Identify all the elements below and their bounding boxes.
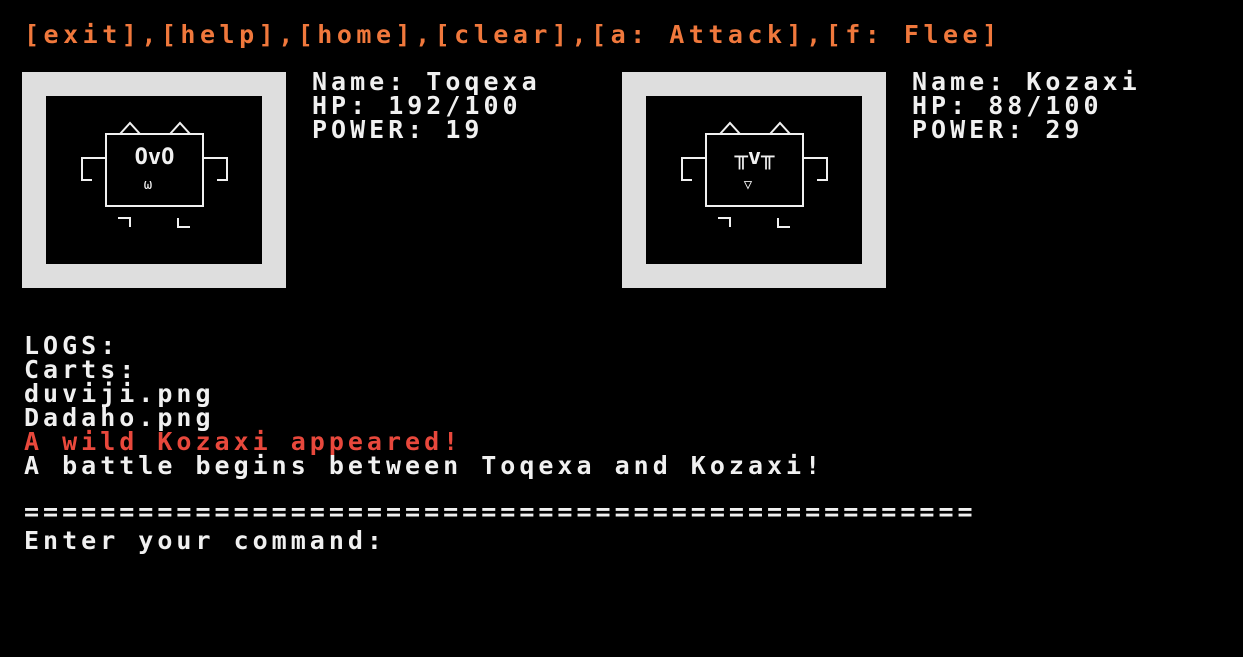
player-stats: Name: Toqexa HP: 192/100 POWER: 19 (312, 69, 541, 144)
player-monster-sprite: OvO ω (81, 121, 228, 228)
menu-separator: , (415, 20, 435, 49)
log-header: LOGS: (24, 331, 120, 360)
command-menu: [exit],[help],[home],[clear],[a: Attack]… (24, 20, 1002, 50)
player-monster-left-arm (81, 157, 106, 181)
battle-log: LOGS: Carts: duviji.png Dadaho.png A wil… (24, 331, 825, 480)
menu-home[interactable]: [home] (298, 20, 415, 49)
enemy-monster-mouth: ▽ (744, 177, 753, 193)
player-monster-right-arm (203, 157, 228, 181)
enemy-monster-right-ear (769, 121, 791, 135)
command-input[interactable] (385, 526, 1098, 556)
menu-separator: , (571, 20, 592, 49)
divider-line: ========================================… (24, 500, 977, 524)
player-monster-right-ear (169, 121, 191, 135)
command-prompt: Enter your command: (24, 526, 1098, 556)
enemy-power: POWER: 29 (912, 115, 1084, 144)
enemy-monster-right-arm (803, 157, 828, 181)
menu-separator: , (278, 20, 298, 49)
player-power: POWER: 19 (312, 115, 484, 144)
player-portrait-frame: OvO ω (22, 72, 286, 288)
player-portrait-screen: OvO ω (46, 96, 262, 264)
enemy-monster-left-leg (718, 217, 731, 227)
menu-help[interactable]: [help] (161, 20, 278, 49)
player-monster-left-leg (118, 217, 131, 227)
enemy-monster-eyes: ╥v╥ (734, 145, 775, 170)
enemy-stats: Name: Kozaxi HP: 88/100 POWER: 29 (912, 69, 1141, 144)
log-line: A battle begins between Toqexa and Kozax… (24, 451, 825, 480)
enemy-portrait-frame: ╥v╥ ▽ (622, 72, 886, 288)
player-monster-right-leg (177, 218, 190, 228)
prompt-label: Enter your command: (24, 526, 386, 555)
enemy-monster-right-leg (777, 218, 790, 228)
menu-separator: , (141, 20, 161, 49)
menu-flee[interactable]: [f: Flee] (826, 20, 1002, 49)
player-monster-eyes: OvO (135, 145, 175, 170)
menu-exit[interactable]: [exit] (24, 20, 141, 49)
enemy-monster-left-arm (681, 157, 706, 181)
menu-attack[interactable]: [a: Attack] (591, 20, 806, 49)
menu-clear[interactable]: [clear] (435, 20, 572, 49)
player-monster-mouth: ω (144, 177, 152, 193)
player-monster-left-ear (119, 121, 141, 135)
enemy-monster-sprite: ╥v╥ ▽ (681, 121, 828, 228)
menu-separator: , (806, 20, 826, 49)
enemy-portrait-screen: ╥v╥ ▽ (646, 96, 862, 264)
enemy-monster-left-ear (719, 121, 741, 135)
